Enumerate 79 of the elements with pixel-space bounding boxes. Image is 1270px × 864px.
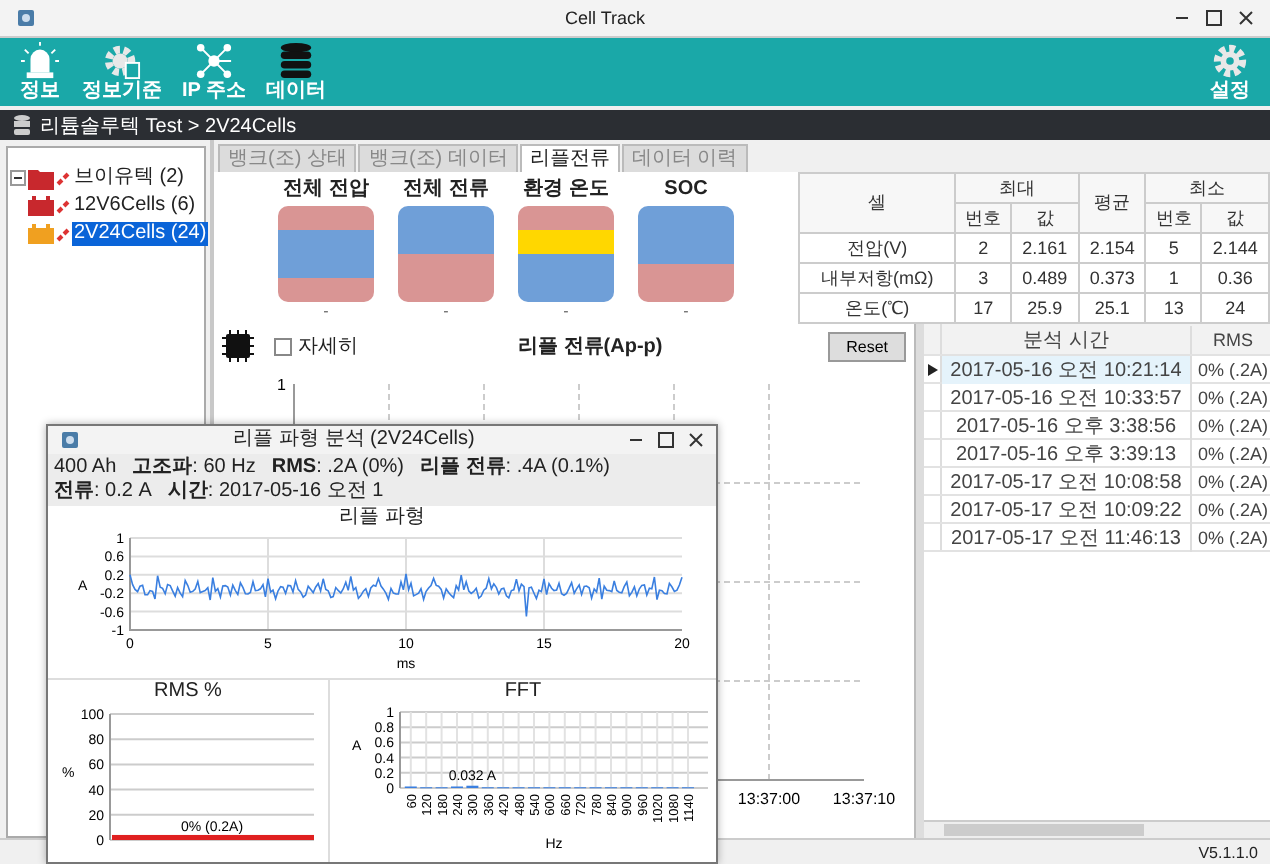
tree-item[interactable]: 2V24Cells (24) bbox=[72, 222, 209, 246]
info-field: 고조파: 60 Hz bbox=[132, 456, 256, 480]
table-cell: 내부저항(mΩ) bbox=[799, 263, 956, 293]
tree-item[interactable]: 브이유텍 (2) bbox=[72, 166, 186, 190]
chart-title: FFT bbox=[504, 680, 542, 704]
app-icon bbox=[16, 8, 36, 28]
table-cell: 0.373 bbox=[1078, 263, 1146, 293]
chart-title: 리플 파형 bbox=[339, 506, 425, 530]
info-field: 400 Ah bbox=[54, 456, 117, 480]
table-cell: 2.144 bbox=[1201, 233, 1269, 263]
tab[interactable]: 리플전류 bbox=[519, 144, 620, 172]
table-cell: 2.154 bbox=[1078, 233, 1146, 263]
maximize-icon[interactable] bbox=[1206, 10, 1222, 26]
battery-icon bbox=[28, 224, 54, 244]
column-header: 최소 bbox=[1145, 173, 1269, 203]
table-cell: 2.161 bbox=[1011, 233, 1079, 263]
column-header: 번호 bbox=[1145, 203, 1202, 233]
column-header: RMS bbox=[1211, 329, 1255, 349]
history-row[interactable]: 2017-05-17 오전 10:09:22 0% (.2A) bbox=[924, 496, 1270, 524]
alarm-light-icon bbox=[18, 42, 62, 80]
table-cell: 3 bbox=[955, 263, 1012, 293]
gauge-tile bbox=[278, 206, 374, 302]
table-cell: 0.489 bbox=[1011, 263, 1079, 293]
gauge-title: 환경 온도 bbox=[523, 176, 609, 202]
column-header: 값 bbox=[1011, 203, 1079, 233]
link-icon bbox=[56, 226, 70, 242]
gauge-value: - bbox=[443, 302, 449, 320]
folder-icon bbox=[28, 167, 54, 189]
gauge-tile bbox=[398, 206, 494, 302]
column-header: 번호 bbox=[955, 203, 1012, 233]
column-header: 최대 bbox=[955, 173, 1079, 203]
network-icon bbox=[192, 42, 237, 80]
info-field: RMS: .2A (0%) bbox=[271, 456, 404, 480]
table-cell: 2 bbox=[955, 233, 1012, 263]
tree-item[interactable]: 12V6Cells (6) bbox=[72, 194, 198, 218]
info-field: 전류: 0.2 A bbox=[54, 480, 152, 504]
history-row[interactable]: 2017-05-16 오후 3:38:56 0% (.2A) bbox=[924, 412, 1270, 440]
gauge-value: - bbox=[563, 302, 569, 320]
gauge-title: 전체 전압 bbox=[283, 176, 369, 202]
app-icon bbox=[60, 430, 80, 450]
gauge-title: SOC bbox=[664, 176, 708, 202]
battery-icon bbox=[28, 196, 54, 216]
column-header: 평균 bbox=[1078, 173, 1146, 233]
link-icon bbox=[56, 170, 70, 186]
history-row[interactable]: 2017-05-16 오후 3:39:13 0% (.2A) bbox=[924, 440, 1270, 468]
gauge-value: - bbox=[683, 302, 689, 320]
gauge-tile bbox=[518, 206, 614, 302]
history-row[interactable]: 2017-05-17 오전 11:46:13 0% (.2A) bbox=[924, 524, 1270, 552]
collapse-icon[interactable] bbox=[10, 170, 26, 186]
history-row[interactable]: 2017-05-17 오전 10:08:58 0% (.2A) bbox=[924, 468, 1270, 496]
row-pointer-icon bbox=[927, 363, 937, 375]
history-row[interactable]: 2017-05-16 오전 10:33:57 0% (.2A) bbox=[924, 384, 1270, 412]
info-field: 리플 전류: .4A (0.1%) bbox=[419, 456, 611, 480]
chart-title: RMS % bbox=[154, 680, 222, 704]
reset-button[interactable]: Reset bbox=[828, 331, 906, 361]
horizontal-scrollbar[interactable] bbox=[924, 820, 1270, 838]
database-icon bbox=[12, 114, 32, 136]
close-icon[interactable] bbox=[688, 432, 704, 448]
table-cell: 전압(V) bbox=[799, 233, 956, 263]
column-header: 분석 시간 bbox=[942, 325, 1192, 353]
chip-icon[interactable] bbox=[222, 330, 254, 362]
maximize-icon[interactable] bbox=[658, 432, 674, 448]
gauge-tile bbox=[638, 206, 734, 302]
link-icon bbox=[56, 198, 70, 214]
column-header: 값 bbox=[1201, 203, 1269, 233]
breadcrumb-path: 리튬솔루텍 Test > 2V24Cells bbox=[40, 113, 297, 139]
table-cell: 0.36 bbox=[1201, 263, 1269, 293]
info-field: 시간: 2017-05-16 오전 1 bbox=[167, 480, 384, 504]
window-title: Cell Track bbox=[562, 8, 647, 28]
version-label: V5.1.1.0 bbox=[1198, 843, 1258, 861]
window-title: 리플 파형 분석 (2V24Cells) bbox=[231, 428, 477, 452]
chart-title: 리플 전류(Ap-p) bbox=[518, 334, 665, 360]
gauge-title: 전체 전류 bbox=[403, 176, 489, 202]
column-header: 셀 bbox=[799, 173, 956, 233]
table-cell: 5 bbox=[1145, 233, 1202, 263]
close-icon[interactable] bbox=[1238, 10, 1254, 26]
table-cell: 1 bbox=[1145, 263, 1202, 293]
detail-checkbox[interactable]: 자세히 bbox=[274, 332, 358, 360]
gauge-value: - bbox=[323, 302, 329, 320]
